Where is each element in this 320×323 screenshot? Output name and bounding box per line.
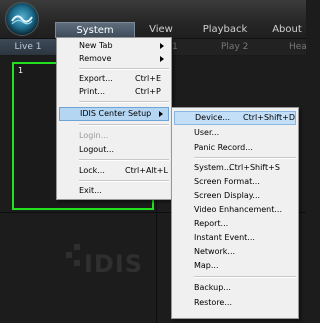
menu-item-label: Map...: [194, 261, 219, 270]
menu-item-shortcut: Ctrl+Alt+L: [125, 166, 168, 175]
menu-item-label: User...: [194, 128, 220, 137]
menu-item-screen-display[interactable]: Screen Display...: [174, 190, 296, 202]
menu-item-label: Screen Display...: [194, 191, 261, 200]
tab-play-2[interactable]: Play 2: [221, 39, 248, 55]
watermark-dot: [74, 260, 80, 266]
menu-item-exit[interactable]: Exit...: [59, 185, 169, 197]
menu-item-label: Lock...: [79, 166, 105, 175]
watermark-dot: [74, 244, 80, 250]
menu-item-label: Instant Event...: [194, 233, 255, 242]
menu-item-shortcut: Ctrl+E: [135, 74, 161, 83]
menu-item-backup[interactable]: Backup...: [174, 282, 296, 294]
menu-item-label: Logout...: [79, 145, 115, 154]
submenu-arrow-icon: [159, 111, 163, 117]
menu-bar: System View Playback About: [0, 0, 306, 39]
menu-separator: [79, 180, 169, 182]
camera-number: 1: [18, 66, 24, 75]
watermark-text: IDIS: [84, 250, 144, 278]
menu-item-label: IDIS Center Setup: [80, 109, 152, 118]
menu-item-map[interactable]: Map...: [174, 260, 296, 272]
menu-view[interactable]: View: [135, 22, 187, 38]
menu-separator: [79, 159, 169, 161]
menu-item-login: Login...: [59, 130, 169, 142]
menu-item-screen-format[interactable]: Screen Format...: [174, 176, 296, 188]
menu-item-label: Exit...: [79, 186, 102, 195]
menu-item-video-enhancement[interactable]: Video Enhancement...: [174, 204, 296, 216]
menu-about[interactable]: About: [262, 22, 306, 38]
menu-item-new-tab[interactable]: New Tab: [59, 40, 169, 52]
menu-item-label: Device...: [195, 113, 230, 122]
menu-item-label: Export...: [79, 74, 113, 83]
menu-item-label: Remove: [79, 54, 112, 63]
menu-item-logout[interactable]: Logout...: [59, 144, 169, 156]
menu-item-instant-event[interactable]: Instant Event...: [174, 232, 296, 244]
menu-item-label: Print...: [79, 87, 106, 96]
menu-item-label: New Tab: [79, 41, 113, 50]
menu-item-label: Restore...: [194, 298, 232, 307]
menu-playback[interactable]: Playback: [195, 22, 255, 38]
menu-system[interactable]: System: [55, 22, 135, 38]
menu-item-idis-center-setup[interactable]: IDIS Center Setup: [59, 107, 169, 121]
menu-item-system[interactable]: System... Ctrl+Shift+S: [174, 162, 296, 174]
menu-item-export[interactable]: Export... Ctrl+E: [59, 73, 169, 85]
tab-hea[interactable]: Hea: [289, 39, 306, 55]
menu-item-label: Report...: [194, 219, 229, 228]
menu-item-shortcut: Ctrl+Shift+D: [243, 113, 295, 122]
menu-item-user[interactable]: User...: [174, 127, 296, 139]
menu-item-lock[interactable]: Lock... Ctrl+Alt+L: [59, 165, 169, 177]
system-dropdown-menu: New Tab Remove Export... Ctrl+E Print...…: [56, 37, 172, 200]
logo-wave-icon: [11, 15, 33, 25]
menu-separator: [194, 157, 296, 159]
watermark-dot: [66, 252, 72, 258]
menu-item-report[interactable]: Report...: [174, 218, 296, 230]
menu-item-panic-record[interactable]: Panic Record...: [174, 142, 296, 154]
idis-center-window: System View Playback About Live 1 1 Play…: [0, 0, 306, 323]
menu-item-print[interactable]: Print... Ctrl+P: [59, 86, 169, 98]
menu-item-label: Backup...: [194, 283, 231, 292]
app-logo-icon[interactable]: [5, 2, 39, 36]
tab-live-1[interactable]: Live 1: [0, 39, 57, 55]
menu-separator: [194, 276, 296, 278]
menu-item-label: Network...: [194, 247, 236, 256]
menu-item-device[interactable]: Device... Ctrl+Shift+D: [174, 111, 296, 125]
menu-item-label: System...: [194, 163, 232, 172]
menu-item-label: Screen Format...: [194, 177, 260, 186]
menu-separator: [79, 101, 169, 103]
menu-separator: [79, 124, 169, 126]
menu-item-label: Login...: [79, 131, 109, 140]
setup-submenu: Device... Ctrl+Shift+D User... Panic Rec…: [171, 107, 299, 319]
submenu-arrow-icon: [160, 56, 164, 62]
menu-item-network[interactable]: Network...: [174, 246, 296, 258]
menu-item-restore[interactable]: Restore...: [174, 297, 296, 309]
menu-separator: [79, 68, 169, 70]
menu-item-shortcut: Ctrl+Shift+S: [229, 163, 280, 172]
menu-item-label: Panic Record...: [194, 143, 253, 152]
menu-item-shortcut: Ctrl+P: [135, 87, 161, 96]
submenu-arrow-icon: [160, 43, 164, 49]
menu-item-label: Video Enhancement...: [194, 205, 282, 214]
menu-item-remove[interactable]: Remove: [59, 53, 169, 65]
tab-live-2[interactable]: 1: [172, 39, 178, 55]
